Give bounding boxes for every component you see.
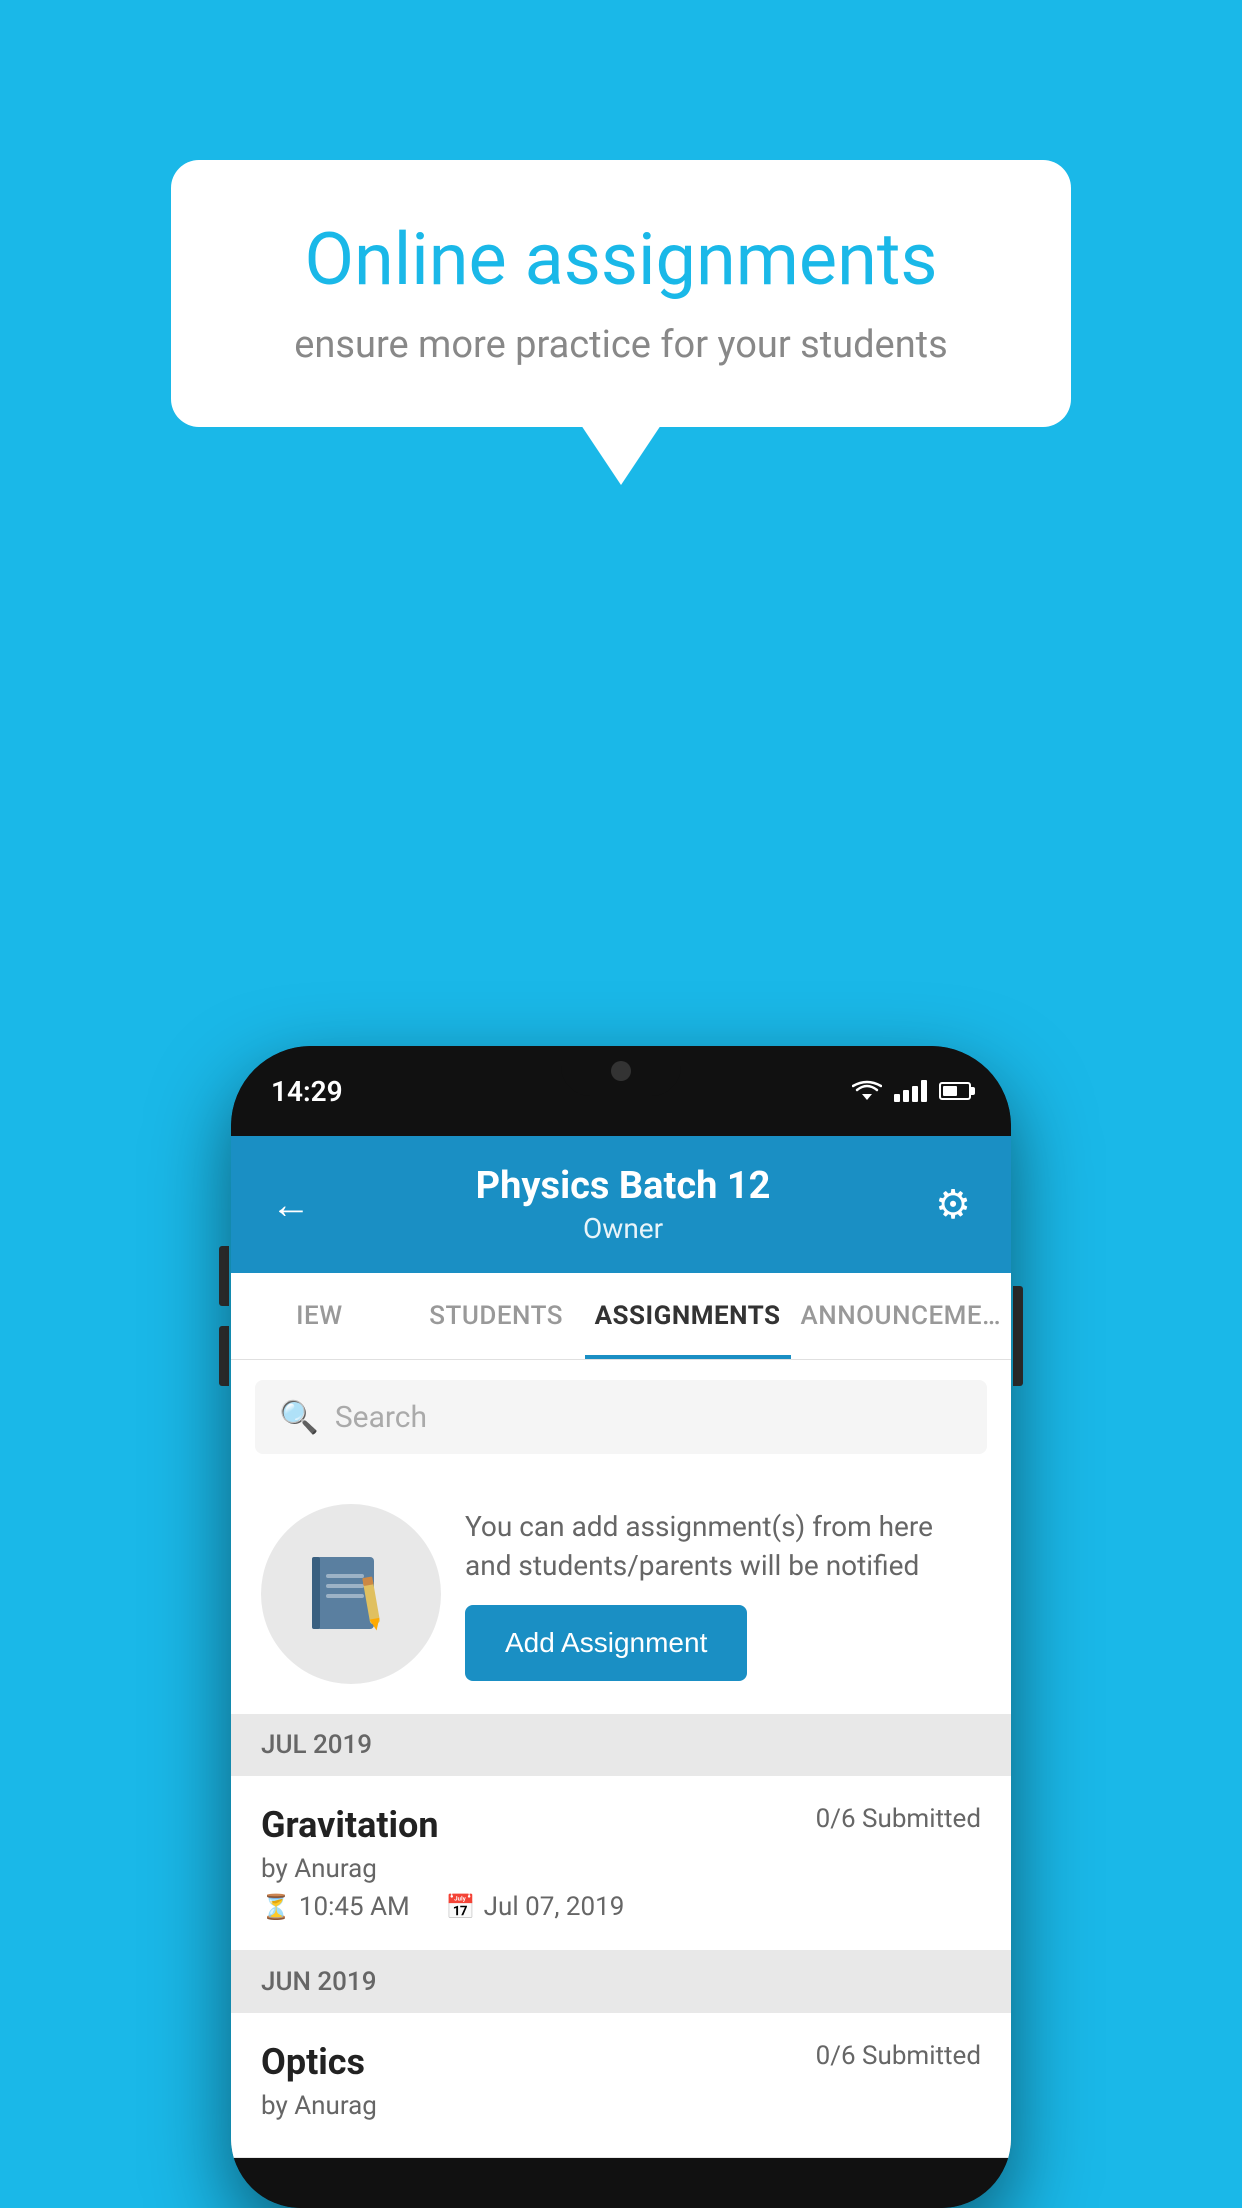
phone-status-bar: 14:29 — [231, 1046, 1011, 1136]
tab-assignments[interactable]: ASSIGNMENTS — [585, 1273, 791, 1359]
bubble-title: Online assignments — [241, 220, 1001, 299]
add-assignment-button[interactable]: Add Assignment — [465, 1605, 747, 1681]
assignment-meta-gravitation: ⏳ 10:45 AM 📅 Jul 07, 2019 — [261, 1892, 981, 1922]
volume-down-button — [219, 1326, 229, 1386]
search-placeholder: Search — [335, 1400, 427, 1435]
phone-screen: ← Physics Batch 12 Owner ⚙ IEW STUDENTS … — [231, 1136, 1011, 2158]
time-meta: ⏳ 10:45 AM — [261, 1892, 410, 1922]
month-header-jul: JUL 2019 — [231, 1714, 1011, 1776]
date-meta: 📅 Jul 07, 2019 — [446, 1892, 625, 1922]
phone-wrapper: 14:29 — [231, 1046, 1011, 2208]
assignment-by-gravitation: by Anurag — [261, 1854, 981, 1884]
month-header-jun: JUN 2019 — [231, 1951, 1011, 2013]
power-button — [1013, 1286, 1023, 1386]
submitted-count-optics: 0/6 Submitted — [816, 2041, 981, 2071]
calendar-icon: 📅 — [446, 1893, 476, 1921]
speech-bubble: Online assignments ensure more practice … — [171, 160, 1071, 427]
speech-bubble-container: Online assignments ensure more practice … — [171, 160, 1071, 427]
battery-icon — [939, 1082, 971, 1100]
app-header: ← Physics Batch 12 Owner ⚙ — [231, 1136, 1011, 1273]
header-subtitle: Owner — [476, 1212, 771, 1245]
notebook-icon — [306, 1549, 396, 1639]
wifi-icon — [852, 1080, 882, 1102]
assignment-name-optics: Optics — [261, 2041, 365, 2083]
bubble-subtitle: ensure more practice for your students — [241, 323, 1001, 367]
notch — [561, 1046, 681, 1096]
settings-icon[interactable]: ⚙ — [935, 1181, 971, 1228]
back-button[interactable]: ← — [271, 1181, 311, 1228]
bubble-arrow — [581, 425, 661, 485]
time-value: 10:45 AM — [299, 1892, 410, 1922]
assignment-item-optics[interactable]: Optics 0/6 Submitted by Anurag — [231, 2013, 1011, 2158]
submitted-count-gravitation: 0/6 Submitted — [816, 1804, 981, 1834]
search-bar[interactable]: 🔍 Search — [255, 1380, 987, 1454]
promo-icon-circle — [261, 1504, 441, 1684]
assignment-by-optics: by Anurag — [261, 2091, 981, 2121]
camera — [611, 1061, 631, 1081]
phone-bottom-bar — [231, 2158, 1011, 2208]
clock-icon: ⏳ — [261, 1893, 291, 1921]
header-title: Physics Batch 12 — [476, 1164, 771, 1208]
tab-announcements[interactable]: ANNOUNCEME… — [791, 1273, 1011, 1359]
assignment-row1-optics: Optics 0/6 Submitted — [261, 2041, 981, 2083]
tab-iew[interactable]: IEW — [231, 1273, 408, 1359]
search-icon: 🔍 — [279, 1398, 319, 1436]
signal-bars-icon — [894, 1080, 927, 1102]
tab-bar: IEW STUDENTS ASSIGNMENTS ANNOUNCEME… — [231, 1273, 1011, 1360]
promo-text: You can add assignment(s) from here and … — [465, 1507, 981, 1681]
date-value: Jul 07, 2019 — [484, 1892, 625, 1922]
status-time: 14:29 — [271, 1075, 343, 1108]
assignment-name-gravitation: Gravitation — [261, 1804, 439, 1846]
status-icons — [852, 1080, 971, 1102]
promo-area: You can add assignment(s) from here and … — [231, 1474, 1011, 1714]
month-label-jul: JUL 2019 — [261, 1730, 372, 1760]
volume-up-button — [219, 1246, 229, 1306]
assignment-row1: Gravitation 0/6 Submitted — [261, 1804, 981, 1846]
phone-frame: 14:29 — [231, 1046, 1011, 2208]
tab-students[interactable]: STUDENTS — [408, 1273, 585, 1359]
promo-description: You can add assignment(s) from here and … — [465, 1507, 981, 1585]
header-center: Physics Batch 12 Owner — [476, 1164, 771, 1245]
month-label-jun: JUN 2019 — [261, 1967, 376, 1997]
search-container: 🔍 Search — [231, 1360, 1011, 1474]
assignment-item-gravitation[interactable]: Gravitation 0/6 Submitted by Anurag ⏳ 10… — [231, 1776, 1011, 1951]
